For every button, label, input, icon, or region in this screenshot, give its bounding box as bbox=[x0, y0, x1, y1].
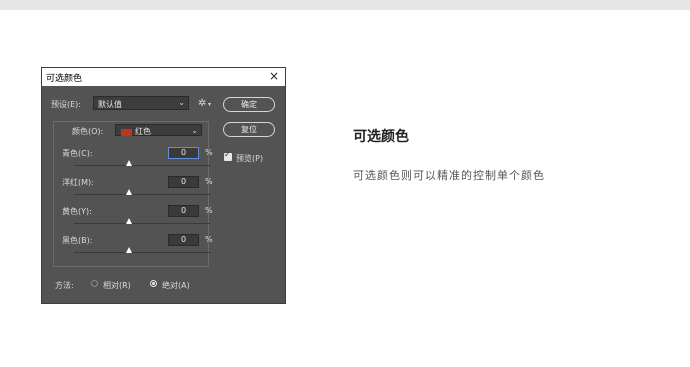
magenta-label: 洋红(M): bbox=[62, 178, 94, 187]
color-swatch bbox=[121, 129, 132, 136]
gear-icon[interactable]: ✲ bbox=[198, 98, 206, 109]
method-label: 方法: bbox=[55, 281, 74, 290]
cyan-slider-thumb[interactable] bbox=[126, 160, 132, 166]
preset-select[interactable]: 默认值 ⌄ bbox=[93, 96, 189, 110]
black-input[interactable]: 0 bbox=[168, 234, 199, 246]
dialog-titlebar: 可选颜色 × bbox=[42, 68, 285, 86]
relative-label: 相对(R) bbox=[103, 281, 131, 290]
section-description: 可选颜色则可以精准的控制单个颜色 bbox=[353, 169, 545, 182]
absolute-label: 绝对(A) bbox=[162, 281, 190, 290]
cyan-input[interactable]: 0 bbox=[168, 147, 199, 159]
chevron-down-icon: ⌄ bbox=[178, 98, 185, 107]
preset-label: 预设(E): bbox=[51, 100, 81, 109]
magenta-unit: % bbox=[205, 177, 213, 186]
preset-value: 默认值 bbox=[98, 100, 122, 109]
cyan-slider-track[interactable] bbox=[74, 165, 210, 166]
yellow-input[interactable]: 0 bbox=[168, 205, 199, 217]
cyan-unit: % bbox=[205, 148, 213, 157]
colors-label: 颜色(O): bbox=[72, 127, 104, 136]
chevron-down-icon: ⌄ bbox=[191, 126, 198, 135]
ok-button[interactable]: 确定 bbox=[223, 97, 275, 112]
relative-radio[interactable] bbox=[91, 280, 98, 287]
black-slider-track[interactable] bbox=[74, 252, 210, 253]
magenta-input[interactable]: 0 bbox=[168, 176, 199, 188]
colors-value: 红色 bbox=[135, 127, 151, 136]
top-bar bbox=[0, 0, 690, 10]
reset-button[interactable]: 复位 bbox=[223, 122, 275, 137]
color-adjust-group: 颜色(O): 红色 ⌄ 青色(C): 0 % 洋红(M): 0 % 黄色(Y):… bbox=[53, 121, 213, 267]
preview-label: 预览(P) bbox=[236, 154, 264, 163]
cyan-label: 青色(C): bbox=[62, 149, 93, 158]
preview-checkbox[interactable]: ✓ bbox=[224, 150, 232, 161]
section-heading: 可选颜色 bbox=[353, 129, 409, 145]
dialog-title: 可选颜色 bbox=[46, 74, 83, 84]
colors-select[interactable]: 红色 ⌄ bbox=[115, 124, 202, 136]
selective-color-dialog: 可选颜色 × 预设(E): 默认值 ⌄ ✲ ▾ 确定 复位 ✓ 预览(P) 颜色… bbox=[42, 68, 285, 303]
checkmark-icon: ✓ bbox=[224, 150, 231, 159]
yellow-slider-track[interactable] bbox=[74, 223, 210, 224]
black-unit: % bbox=[205, 235, 213, 244]
chevron-down-icon[interactable]: ▾ bbox=[208, 101, 211, 108]
magenta-slider-track[interactable] bbox=[74, 194, 210, 195]
radio-dot bbox=[152, 282, 155, 285]
black-slider-thumb[interactable] bbox=[126, 247, 132, 253]
yellow-slider-thumb[interactable] bbox=[126, 218, 132, 224]
yellow-label: 黄色(Y): bbox=[62, 207, 92, 216]
close-icon[interactable]: × bbox=[269, 69, 279, 83]
magenta-slider-thumb[interactable] bbox=[126, 189, 132, 195]
black-label: 黑色(B): bbox=[62, 236, 93, 245]
absolute-radio[interactable] bbox=[150, 280, 157, 287]
yellow-unit: % bbox=[205, 206, 213, 215]
